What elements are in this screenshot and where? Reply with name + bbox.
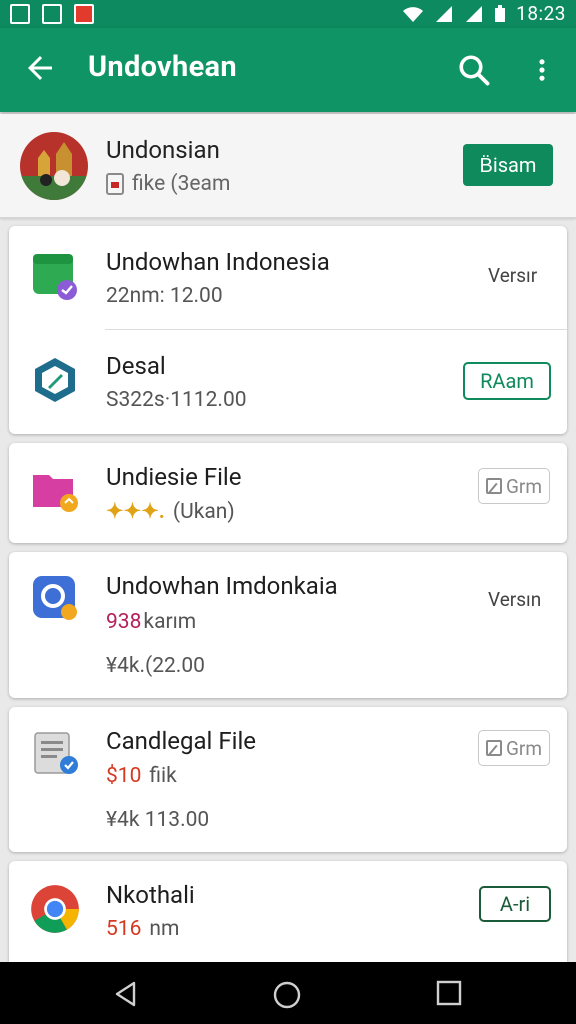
image-notification-icon: [10, 4, 30, 24]
edit-icon: [485, 740, 502, 756]
item-subtitle: 22nm: 12.00: [106, 284, 223, 308]
item-title: Undowhan Indonesia: [106, 248, 330, 276]
item-subtitle: $10 fiik: [106, 764, 177, 788]
item-price: ¥4k.(22.00: [106, 654, 205, 678]
avatar: [20, 132, 88, 200]
list-card: Candlegal File $10 fiik ¥4k 113.00 Grm: [9, 707, 567, 852]
contacts-app-icon: [33, 576, 77, 620]
badge-icon: [106, 173, 124, 195]
home-nav-icon[interactable]: [272, 980, 302, 1010]
more-options-icon[interactable]: [528, 52, 556, 88]
item-title: Undowhan Imdonkaia: [106, 572, 338, 600]
edit-button[interactable]: Grm: [478, 730, 550, 766]
back-arrow-icon[interactable]: [22, 50, 58, 86]
list-card: Undiesie File ✦✦✦. (Ukan) Grm: [9, 443, 567, 543]
item-highlight: 516: [106, 917, 142, 941]
navigation-bar: [0, 962, 576, 1024]
item-subtitle: 516 nm: [106, 917, 179, 941]
item-subtitle: 938 karım: [106, 610, 196, 634]
divider: [105, 329, 567, 330]
signal-icon-2: [466, 5, 483, 22]
clock: 18:23: [516, 2, 566, 25]
profile-subtitle: fike (3eam: [106, 172, 230, 196]
signal-icon: [436, 5, 453, 22]
rating-badge: ✦✦✦.: [106, 500, 165, 524]
app-notification-icon: [42, 4, 62, 24]
item-highlight: $10: [106, 764, 142, 788]
edit-button[interactable]: Grm: [478, 468, 550, 504]
header-action-button[interactable]: B̈isam: [463, 144, 553, 186]
item-subtitle: ✦✦✦. (Ukan): [106, 499, 235, 525]
item-price: ¥4k 113.00: [106, 808, 210, 832]
mail-notification-icon: [74, 4, 94, 24]
version-link[interactable]: Versır: [488, 264, 537, 287]
item-subtitle-text: nm: [149, 917, 180, 941]
item-highlight: 938: [106, 610, 142, 634]
recents-nav-icon[interactable]: [436, 980, 462, 1006]
item-title: Candlegal File: [106, 727, 257, 755]
folder-app-icon: [33, 475, 78, 512]
item-subtitle: S322s·1112.00: [106, 388, 247, 412]
list-card: Undowhan Imdonkaia 938 karım ¥4k.(22.00 …: [9, 552, 567, 698]
wifi-icon: [403, 6, 424, 22]
page-title: Undovhean: [88, 50, 237, 84]
status-bar: 18:23: [0, 0, 576, 28]
battery-icon: [495, 4, 506, 22]
item-title: Undiesie File: [106, 463, 242, 491]
version-link[interactable]: Versın: [488, 588, 541, 611]
hexagon-app-icon: [35, 358, 75, 402]
app-bar: Undovhean: [0, 28, 576, 112]
document-app-icon: [33, 254, 77, 300]
item-subtitle-text: karım: [143, 610, 197, 634]
edit-button-label: Grm: [505, 474, 543, 498]
item-title: Nkothali: [106, 881, 195, 909]
action-button[interactable]: RAam: [463, 362, 551, 400]
back-nav-icon[interactable]: [112, 980, 140, 1008]
profile-name: Undonsian: [106, 136, 220, 164]
list-card: Undowhan Indonesia 22nm: 12.00 Versır De…: [9, 226, 567, 434]
file-app-icon: [34, 732, 78, 774]
search-icon[interactable]: [456, 52, 492, 88]
chrome-app-icon: [31, 885, 79, 933]
item-subtitle-text: fiik: [149, 764, 177, 788]
edit-button-label: Grm: [505, 736, 543, 760]
edit-icon: [485, 478, 502, 494]
profile-subtitle-text: fike (3eam: [132, 172, 231, 196]
item-subtitle-text: (Ukan): [172, 499, 235, 524]
item-title: Desal: [106, 352, 166, 380]
action-button[interactable]: A-ri: [479, 886, 551, 922]
